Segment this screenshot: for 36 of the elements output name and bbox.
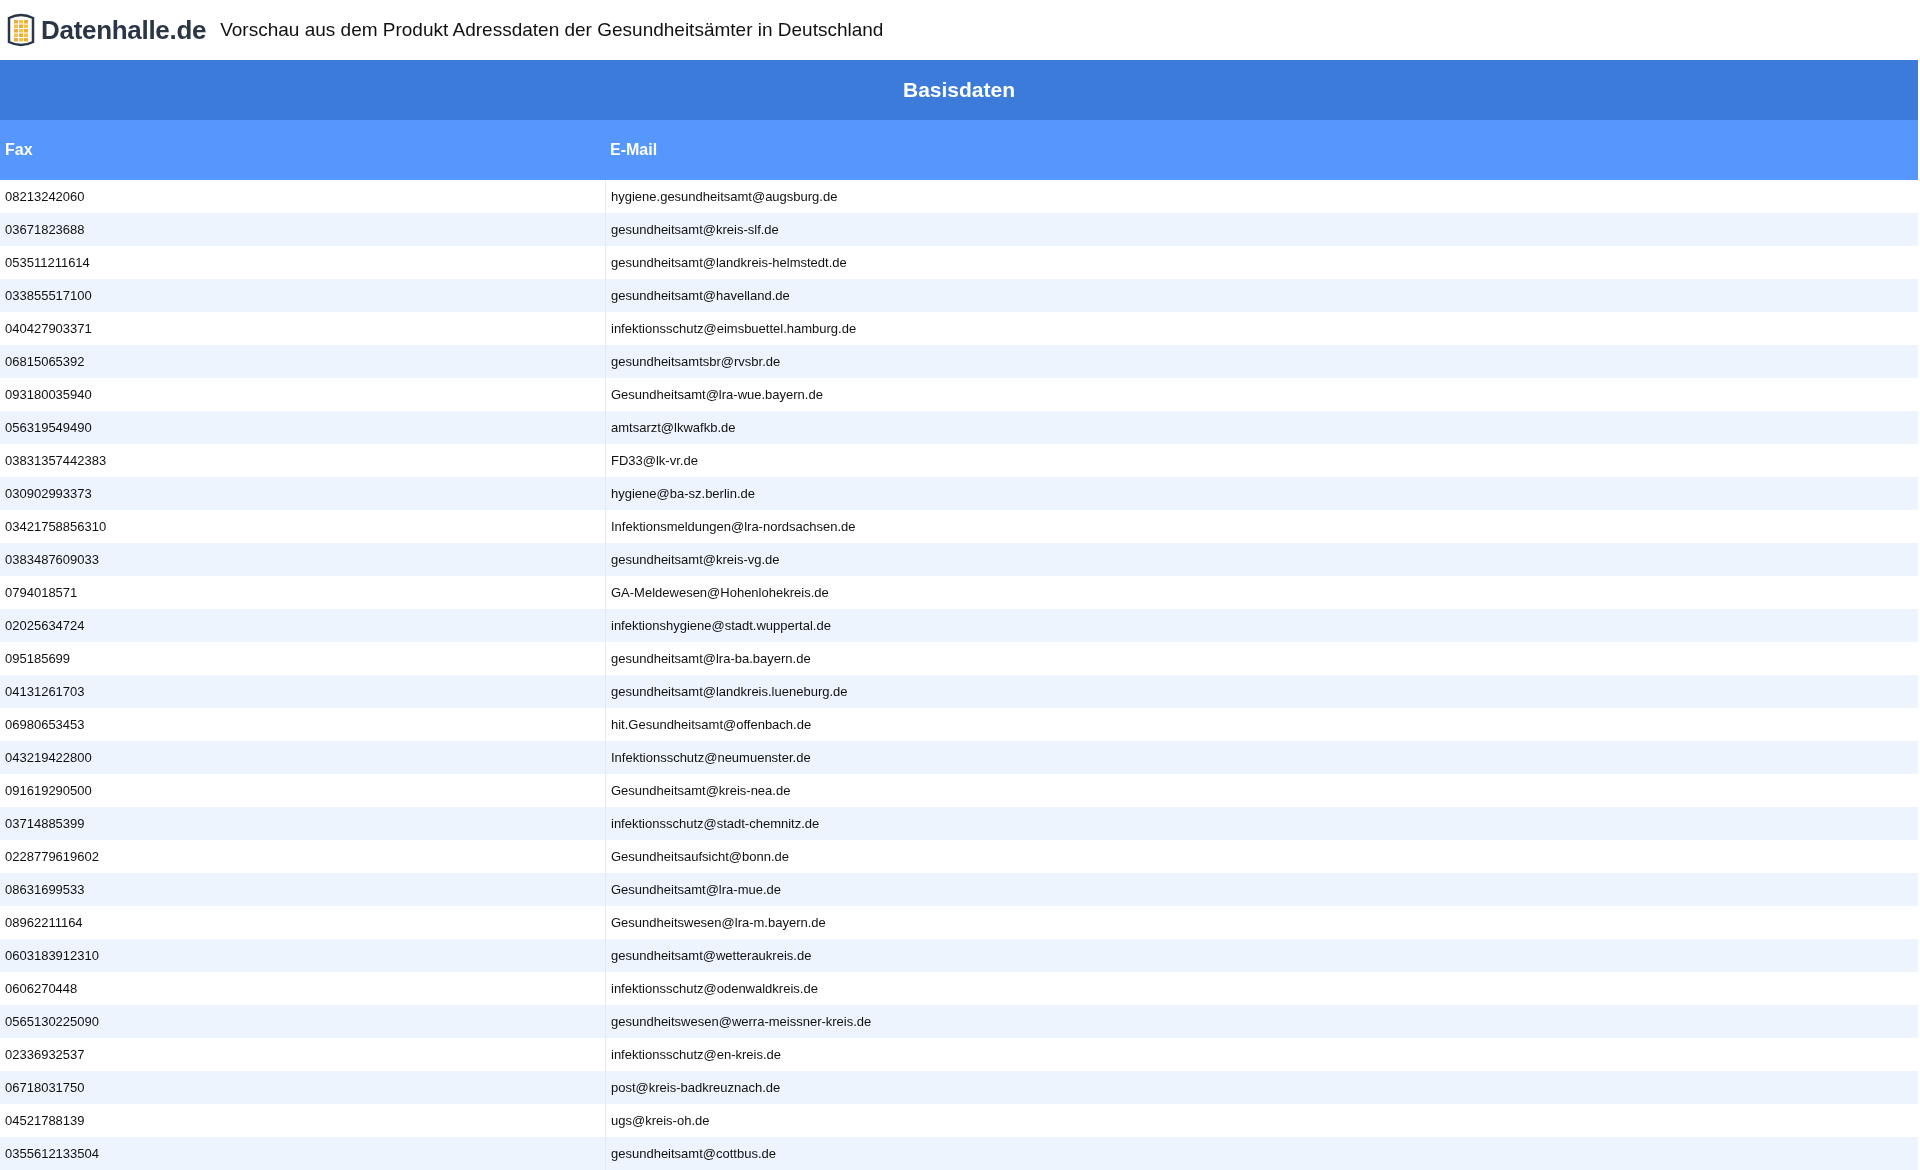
table-cell: gesundheitsamt@havelland.de <box>605 279 1918 312</box>
table-cell: gesundheitsamt@landkreis.lueneburg.de <box>605 675 1918 708</box>
table-cell: 02025634724 <box>0 609 605 642</box>
column-header: E-Mail <box>605 120 1918 180</box>
table-cell: 04131261703 <box>0 675 605 708</box>
table-cell: 0565130225090 <box>0 1005 605 1038</box>
table-cell: 056319549490 <box>0 411 605 444</box>
table-cell: infektionsschutz@stadt-chemnitz.de <box>605 807 1918 840</box>
table-cell: 043219422800 <box>0 741 605 774</box>
table-cell: gesundheitswesen@werra-meissner-kreis.de <box>605 1005 1918 1038</box>
table-cell: post@kreis-badkreuznach.de <box>605 1071 1918 1104</box>
table-cell: 06718031750 <box>0 1071 605 1104</box>
table-cell: 03671823688 <box>0 213 605 246</box>
table-cell: hygiene@ba-sz.berlin.de <box>605 477 1918 510</box>
group-header: Basisdaten <box>0 60 1918 120</box>
table-cell: 030902993373 <box>0 477 605 510</box>
table-cell: 0603183912310 <box>0 939 605 972</box>
table-cell: 03714885399 <box>0 807 605 840</box>
table-cell: infektionshygiene@stadt.wuppertal.de <box>605 609 1918 642</box>
table-cell: amtsarzt@lkwafkb.de <box>605 411 1918 444</box>
table-cell: 0355612133504 <box>0 1137 605 1170</box>
table-cell: gesundheitsamtsbr@rvsbr.de <box>605 345 1918 378</box>
table-cell: 06815065392 <box>0 345 605 378</box>
table-cell: Infektionsschutz@neumuenster.de <box>605 741 1918 774</box>
table-cell: Gesundheitsamt@lra-mue.de <box>605 873 1918 906</box>
logo-icon <box>5 13 37 47</box>
column-header: Fax <box>0 120 605 180</box>
table-cell: gesundheitsamt@kreis-slf.de <box>605 213 1918 246</box>
table-cell: gesundheitsamt@wetteraukreis.de <box>605 939 1918 972</box>
table-cell: gesundheitsamt@kreis-vg.de <box>605 543 1918 576</box>
table-cell: gesundheitsamt@cottbus.de <box>605 1137 1918 1170</box>
table-cell: 08631699533 <box>0 873 605 906</box>
table-cell: 0383487609033 <box>0 543 605 576</box>
page-title: Vorschau aus dem Produkt Adressdaten der Gesundheitsämter in Deutschland <box>220 19 884 41</box>
logo-text: Datenhalle.de <box>41 14 207 46</box>
table-cell: 033855517100 <box>0 279 605 312</box>
